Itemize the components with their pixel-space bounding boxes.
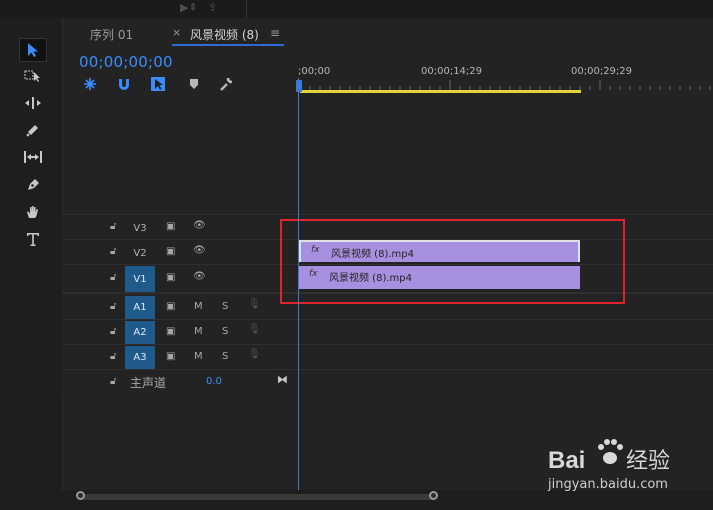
sync-lock-icon[interactable]: ▣ — [166, 272, 175, 283]
zoom-scrollbar[interactable] — [80, 494, 434, 500]
lock-icon[interactable]: 🔓︎ — [110, 351, 116, 362]
ruler-label: ;00;00 — [298, 66, 331, 77]
top-strip: ▶⇞ ⇪ — [0, 0, 713, 18]
track-label-v1[interactable]: V1 — [125, 266, 155, 292]
track-row-a2: 🔓︎ A2 ▣ M S 🎙︎ — [62, 319, 713, 345]
solo-button[interactable]: S — [222, 351, 228, 362]
active-tab-indicator — [172, 44, 284, 46]
playhead-line[interactable] — [298, 78, 299, 490]
razor-tool-icon[interactable] — [19, 118, 47, 142]
time-ruler[interactable] — [298, 80, 713, 90]
watermark-brand-cn: 经验 — [626, 449, 670, 474]
ruler-label: 00;00;14;29 — [421, 66, 483, 77]
lock-icon[interactable]: 🔓︎ — [110, 272, 116, 283]
work-area-bar[interactable] — [300, 90, 581, 93]
tab-scenery-video[interactable]: 风景视频 (8) — [190, 26, 259, 43]
track-label-a1[interactable]: A1 — [125, 296, 155, 319]
nest-sequence-icon[interactable] — [82, 76, 98, 92]
playhead-handle[interactable] — [296, 80, 302, 92]
master-track-row: 🔓︎ 主声道 0.0 ⧓ — [62, 369, 713, 394]
microphone-icon[interactable]: 🎙︎ — [248, 349, 261, 360]
insert-icon[interactable]: ▶⇞ — [180, 1, 198, 14]
mute-button[interactable]: M — [194, 326, 203, 337]
tab-close-icon[interactable]: × — [172, 26, 181, 39]
add-marker-icon[interactable] — [186, 76, 202, 92]
track-label-a3[interactable]: A3 — [125, 346, 155, 369]
ripple-edit-tool-icon[interactable] — [19, 91, 47, 115]
divider — [246, 0, 247, 18]
selection-tool-icon[interactable] — [19, 38, 47, 62]
lock-icon[interactable]: 🔓︎ — [110, 221, 116, 232]
watermark-brand: Bai — [548, 447, 585, 474]
master-track-label: 主声道 — [130, 376, 167, 390]
mute-button[interactable]: M — [194, 351, 203, 362]
lock-icon[interactable]: 🔓︎ — [110, 376, 116, 387]
ruler-label: 00;00;29;29 — [571, 66, 633, 77]
mute-button[interactable]: M — [194, 301, 203, 312]
lock-icon[interactable]: 🔓︎ — [110, 246, 116, 257]
track-row-a3: 🔓︎ A3 ▣ M S 🎙︎ — [62, 344, 713, 370]
tab-menu-icon[interactable]: ≡ — [270, 26, 280, 40]
snap-magnet-icon[interactable] — [116, 76, 132, 92]
eye-icon[interactable]: 👁︎ — [193, 245, 206, 256]
tab-sequence-01[interactable]: 序列 01 — [90, 26, 133, 43]
scrollbar-left-handle[interactable] — [76, 491, 85, 500]
master-volume-value[interactable]: 0.0 — [206, 376, 222, 387]
playhead-timecode[interactable]: 00;00;00;00 — [79, 53, 173, 71]
sync-lock-icon[interactable]: ▣ — [166, 221, 175, 232]
lock-icon[interactable]: 🔓︎ — [110, 326, 116, 337]
slip-tool-icon[interactable] — [19, 145, 47, 169]
sync-lock-icon[interactable]: ▣ — [166, 246, 175, 257]
eye-icon[interactable]: 👁︎ — [193, 271, 206, 282]
hand-tool-icon[interactable] — [19, 200, 47, 224]
solo-button[interactable]: S — [222, 301, 228, 312]
sync-lock-icon[interactable]: ▣ — [166, 326, 175, 337]
microphone-icon[interactable]: 🎙︎ — [248, 299, 261, 310]
microphone-icon[interactable]: 🎙︎ — [248, 324, 261, 335]
export-icon[interactable]: ⇪ — [208, 1, 217, 14]
linked-selection-icon[interactable] — [150, 76, 166, 92]
track-label-a2[interactable]: A2 — [125, 321, 155, 344]
solo-button[interactable]: S — [222, 326, 228, 337]
scrollbar-right-handle[interactable] — [429, 491, 438, 500]
wrench-settings-icon[interactable] — [218, 76, 234, 92]
sync-lock-icon[interactable]: ▣ — [166, 301, 175, 312]
track-label-v2[interactable]: V2 — [125, 241, 155, 265]
pen-tool-icon[interactable] — [19, 173, 47, 197]
track-select-tool-icon[interactable] — [19, 64, 47, 88]
lock-icon[interactable]: 🔓︎ — [110, 301, 116, 312]
sync-lock-icon[interactable]: ▣ — [166, 351, 175, 362]
type-tool-icon[interactable] — [19, 227, 47, 251]
paw-icon — [598, 439, 623, 464]
eye-icon[interactable]: 👁︎ — [193, 220, 206, 231]
watermark-url: jingyan.baidu.com — [548, 477, 668, 492]
track-label-v3[interactable]: V3 — [125, 216, 155, 240]
transition-handle-icon[interactable]: ⧓ — [277, 373, 288, 386]
highlight-box — [280, 219, 625, 304]
